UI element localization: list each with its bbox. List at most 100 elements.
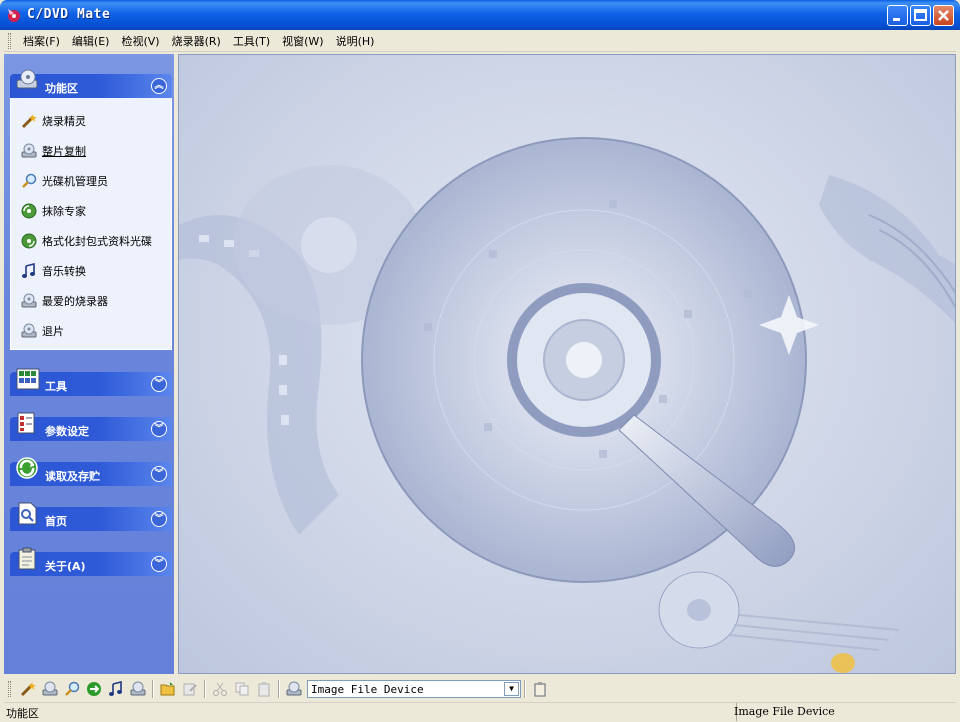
group-header-tools[interactable]: 工具 ︾ bbox=[10, 368, 172, 396]
format-disc-icon bbox=[21, 233, 37, 249]
menu-recorder[interactable]: 烧录器(R) bbox=[166, 31, 227, 51]
task-copy-disc[interactable]: 整片复制 bbox=[21, 142, 86, 160]
tb-edit-button bbox=[179, 678, 201, 700]
group-label: 参数设定 bbox=[45, 425, 89, 438]
eject-disc-icon bbox=[21, 323, 37, 338]
clipboard-icon bbox=[534, 682, 546, 697]
music-note-icon bbox=[109, 681, 122, 696]
group-label: 读取及存贮 bbox=[45, 470, 100, 483]
collapse-chevron-icon[interactable]: ︽ bbox=[151, 78, 167, 94]
status-text: 功能区 bbox=[6, 707, 39, 720]
close-button[interactable] bbox=[933, 5, 954, 26]
close-icon bbox=[938, 10, 949, 21]
tb-properties-button[interactable] bbox=[529, 678, 551, 700]
tb-drive-manager-button[interactable] bbox=[61, 678, 83, 700]
expand-chevron-icon[interactable]: ︾ bbox=[151, 421, 167, 437]
expand-chevron-icon[interactable]: ︾ bbox=[151, 466, 167, 482]
paste-icon bbox=[258, 682, 270, 697]
status-bar: 功能区 Image File Device bbox=[4, 702, 956, 721]
group-label: 关于(A) bbox=[45, 560, 86, 573]
menu-edit[interactable]: 编辑(E) bbox=[66, 31, 116, 51]
tb-open-button[interactable] bbox=[157, 678, 179, 700]
disc-drive-icon bbox=[286, 681, 302, 696]
group-header-home[interactable]: 首页 ︾ bbox=[10, 502, 172, 531]
copy-disc-icon bbox=[21, 143, 37, 158]
expand-chevron-icon[interactable]: ︾ bbox=[151, 376, 167, 392]
window-title: C/DVD Mate bbox=[27, 7, 111, 22]
expand-chevron-icon[interactable]: ︾ bbox=[151, 556, 167, 572]
menu-file[interactable]: 档案(F) bbox=[17, 31, 66, 51]
menu-help[interactable]: 说明(H) bbox=[330, 31, 381, 51]
wand-icon bbox=[20, 682, 36, 697]
group-header-about[interactable]: 关于(A) ︾ bbox=[10, 547, 172, 576]
tb-copy-disc-button[interactable] bbox=[39, 678, 61, 700]
erase-disc-icon bbox=[21, 203, 37, 219]
device-select[interactable]: Image File Device ▼ bbox=[307, 680, 521, 698]
home-page-icon bbox=[18, 502, 37, 525]
menu-bar: 档案(F) 编辑(E) 检视(V) 烧录器(R) 工具(T) 视窗(W) 说明(… bbox=[4, 30, 956, 52]
eject-disc-icon bbox=[130, 681, 146, 696]
task-format-packet-disc[interactable]: 格式化封包式资料光碟 bbox=[21, 232, 152, 250]
main-workspace bbox=[178, 54, 956, 674]
status-device: Image File Device bbox=[734, 705, 835, 718]
edit-document-icon bbox=[183, 683, 197, 696]
wand-icon bbox=[21, 114, 37, 129]
menu-view[interactable]: 检视(V) bbox=[115, 31, 165, 51]
erase-disc-icon bbox=[87, 682, 101, 696]
minimize-button[interactable] bbox=[887, 5, 908, 26]
task-burn-wizard[interactable]: 烧录精灵 bbox=[21, 112, 86, 130]
group-label: 工具 bbox=[45, 380, 67, 393]
favorite-burner-icon bbox=[21, 293, 37, 308]
about-clipboard-icon bbox=[18, 547, 36, 570]
title-bar[interactable]: C/DVD Mate bbox=[0, 0, 960, 30]
task-panel: 功能区 ︽ 烧录精灵 整片复制 光碟机管理员 抹除专家 格式化封包式资料光碟 音… bbox=[4, 54, 174, 674]
group-label: 首页 bbox=[45, 515, 67, 528]
scissors-icon bbox=[213, 682, 227, 696]
minimize-icon bbox=[893, 18, 900, 21]
read-save-icon bbox=[16, 457, 38, 479]
menubar-grip[interactable] bbox=[8, 32, 11, 49]
settings-icon bbox=[17, 412, 35, 434]
magnifier-icon bbox=[65, 681, 80, 696]
tb-music-convert-button[interactable] bbox=[105, 678, 127, 700]
tb-cut-button bbox=[209, 678, 231, 700]
tb-burn-wizard-button[interactable] bbox=[17, 678, 39, 700]
tb-paste-button bbox=[253, 678, 275, 700]
maximize-button[interactable] bbox=[910, 5, 931, 26]
task-erase-expert[interactable]: 抹除专家 bbox=[21, 202, 86, 220]
menu-tools[interactable]: 工具(T) bbox=[227, 31, 276, 51]
app-logo-icon bbox=[8, 9, 20, 22]
tb-device-icon bbox=[283, 678, 305, 700]
group-header-settings[interactable]: 参数设定 ︾ bbox=[10, 412, 172, 441]
copy-disc-icon bbox=[42, 681, 58, 696]
toolbar-separator bbox=[152, 680, 154, 698]
menu-window[interactable]: 视窗(W) bbox=[276, 31, 329, 51]
group-header-functions[interactable]: 功能区 ︽ bbox=[10, 69, 172, 98]
task-music-convert[interactable]: 音乐转换 bbox=[21, 262, 86, 280]
toolbar-grip[interactable] bbox=[8, 681, 11, 697]
magnifier-icon bbox=[22, 173, 37, 188]
music-note-icon bbox=[22, 263, 35, 278]
disc-drive-icon bbox=[16, 69, 38, 89]
maximize-icon bbox=[914, 9, 927, 21]
functions-task-list: 烧录精灵 整片复制 光碟机管理员 抹除专家 格式化封包式资料光碟 音乐转换 最爱… bbox=[10, 98, 172, 350]
toolbar-separator bbox=[524, 680, 526, 698]
copy-icon bbox=[235, 682, 249, 696]
tb-copy-button bbox=[231, 678, 253, 700]
expand-chevron-icon[interactable]: ︾ bbox=[151, 511, 167, 527]
group-header-read-save[interactable]: 读取及存贮 ︾ bbox=[10, 457, 172, 486]
task-drive-manager[interactable]: 光碟机管理员 bbox=[21, 172, 108, 190]
task-eject[interactable]: 退片 bbox=[21, 322, 64, 340]
tb-eject-button[interactable] bbox=[127, 678, 149, 700]
open-folder-icon bbox=[160, 682, 175, 696]
toolbar: Image File Device ▼ bbox=[4, 676, 956, 702]
tb-erase-button[interactable] bbox=[83, 678, 105, 700]
tools-grid-icon bbox=[16, 368, 40, 390]
background-artwork bbox=[179, 137, 955, 673]
toolbar-separator bbox=[278, 680, 280, 698]
chevron-down-icon[interactable]: ▼ bbox=[504, 682, 519, 696]
toolbar-separator bbox=[204, 680, 206, 698]
device-select-value: Image File Device bbox=[311, 682, 424, 696]
task-favorite-burner[interactable]: 最爱的烧录器 bbox=[21, 292, 108, 310]
group-label: 功能区 bbox=[45, 82, 78, 95]
